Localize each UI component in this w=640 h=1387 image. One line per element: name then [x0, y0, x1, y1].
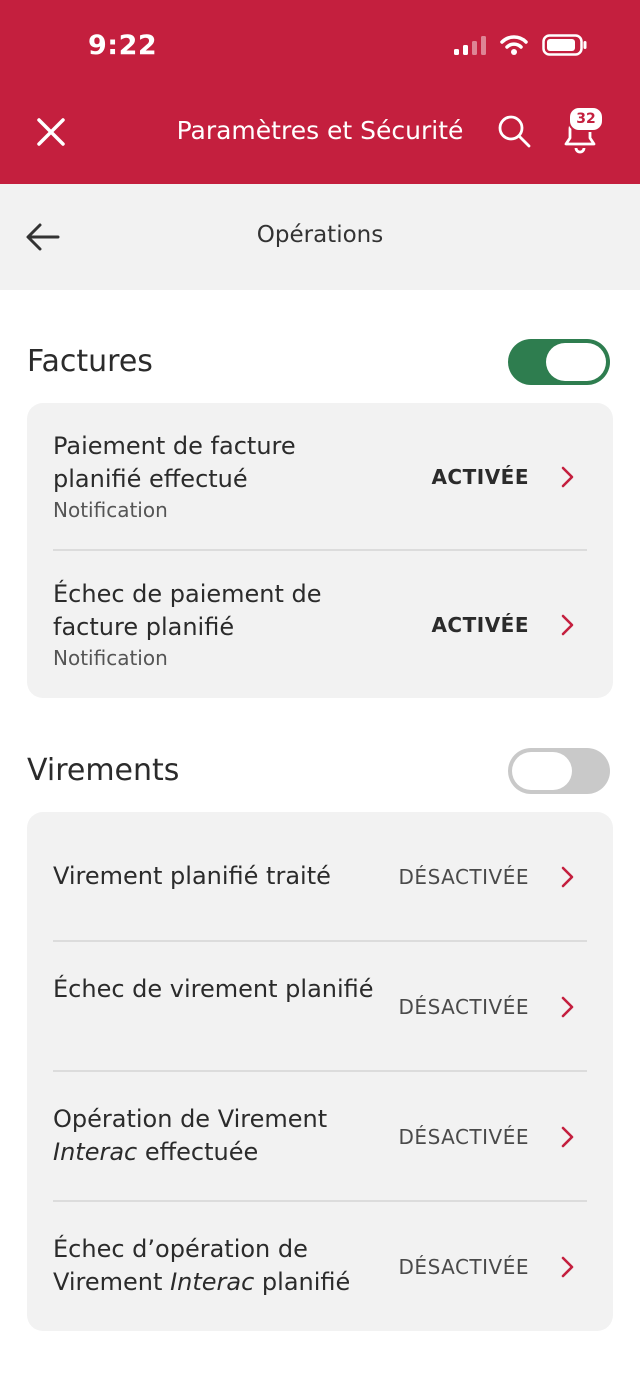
- battery-icon: [542, 34, 587, 56]
- status-label: DÉSACTIVÉE: [398, 865, 529, 889]
- list-item[interactable]: Opération de Virement Interac effectuée …: [27, 1070, 613, 1200]
- status-icons: [454, 34, 588, 56]
- status-label: ACTIVÉE: [431, 613, 529, 637]
- row-title: Échec d’opération de Virement Interac pl…: [53, 1233, 383, 1299]
- list-item[interactable]: Paiement de facture planifié effectué No…: [27, 403, 613, 550]
- row-title-text: effectuée: [137, 1138, 259, 1166]
- divider: [53, 1070, 587, 1072]
- divider: [53, 549, 587, 551]
- section-title-factures: Factures: [27, 344, 153, 379]
- row-title-emphasis: Interac: [170, 1268, 255, 1296]
- list-item[interactable]: Échec de paiement de facture planifié No…: [27, 549, 613, 698]
- chevron-right-icon: [561, 866, 574, 888]
- sub-header: Opérations: [0, 184, 640, 290]
- divider: [53, 1200, 587, 1202]
- row-title: Échec de virement planifié: [53, 975, 374, 1003]
- row-title: Échec de paiement de facture planifié: [53, 580, 322, 641]
- chevron-right-icon: [561, 614, 574, 636]
- section-title-virements: Virements: [27, 753, 180, 788]
- subheader-title: Opérations: [256, 222, 384, 248]
- chevron-right-icon: [561, 1256, 574, 1278]
- status-label: DÉSACTIVÉE: [398, 1255, 529, 1279]
- row-subtitle: Notification: [53, 498, 168, 522]
- cellular-signal-icon: [454, 35, 486, 55]
- factures-toggle[interactable]: [508, 339, 610, 385]
- virements-toggle[interactable]: [508, 748, 610, 794]
- row-title: Paiement de facture planifié effectué: [53, 432, 296, 493]
- search-icon[interactable]: [496, 113, 532, 149]
- row-title-text: planifié: [254, 1268, 351, 1296]
- list-item[interactable]: Échec de virement planifié DÉSACTIVÉE: [27, 940, 613, 1070]
- chevron-right-icon: [561, 1126, 574, 1148]
- list-item[interactable]: Virement planifié traité DÉSACTIVÉE: [27, 812, 613, 941]
- row-title: Opération de Virement Interac effectuée: [53, 1103, 383, 1169]
- status-time: 9:22: [88, 30, 158, 61]
- virements-card: Virement planifié traité DÉSACTIVÉE Éche…: [27, 812, 613, 1331]
- factures-card: Paiement de facture planifié effectué No…: [27, 403, 613, 698]
- page-title: Paramètres et Sécurité: [176, 116, 464, 145]
- toggle-knob: [512, 752, 572, 790]
- row-title: Virement planifié traité: [53, 862, 331, 890]
- divider: [53, 940, 587, 942]
- wifi-icon: [500, 35, 528, 55]
- row-subtitle: Notification: [53, 646, 168, 670]
- status-label: DÉSACTIVÉE: [398, 995, 529, 1019]
- chevron-right-icon: [561, 996, 574, 1018]
- row-title-emphasis: Interac: [53, 1138, 138, 1166]
- status-label: DÉSACTIVÉE: [398, 1125, 529, 1149]
- status-label: ACTIVÉE: [431, 465, 529, 489]
- row-title-text: Opération de Virement: [53, 1105, 328, 1133]
- notification-badge: 32: [568, 106, 604, 132]
- list-item[interactable]: Échec d’opération de Virement Interac pl…: [27, 1200, 613, 1331]
- top-app-bar: 9:22 Paramètres et Sécurité 32: [0, 0, 640, 184]
- chevron-right-icon: [561, 466, 574, 488]
- toggle-knob: [546, 343, 606, 381]
